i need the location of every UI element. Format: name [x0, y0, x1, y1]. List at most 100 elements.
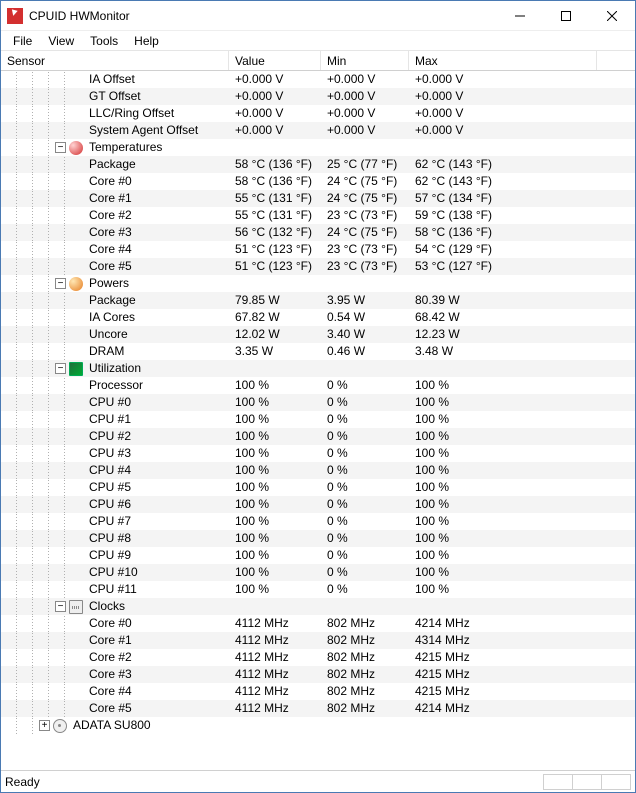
tree-item[interactable]: IA Offset+0.000 V+0.000 V+0.000 V [1, 71, 635, 88]
menu-file[interactable]: File [5, 33, 40, 49]
tree-item[interactable]: CPU #3100 %0 %100 % [1, 445, 635, 462]
tree-toggle[interactable]: − [55, 363, 66, 374]
cell-min: 23 °C (73 °F) [321, 258, 409, 275]
clock-icon [69, 600, 83, 614]
tree-item[interactable]: Core #155 °C (131 °F)24 °C (75 °F)57 °C … [1, 190, 635, 207]
cell-min: 23 °C (73 °F) [321, 207, 409, 224]
menu-tools[interactable]: Tools [82, 33, 126, 49]
tree-item[interactable]: Core #551 °C (123 °F)23 °C (73 °F)53 °C … [1, 258, 635, 275]
cell-max: 100 % [409, 445, 597, 462]
tree-item[interactable]: LLC/Ring Offset+0.000 V+0.000 V+0.000 V [1, 105, 635, 122]
tree-item[interactable]: Core #44112 MHz802 MHz4215 MHz [1, 683, 635, 700]
row-label: Clocks [85, 598, 125, 615]
tree-item[interactable]: Core #34112 MHz802 MHz4215 MHz [1, 666, 635, 683]
cell-min: 0 % [321, 496, 409, 513]
tree-item[interactable]: Core #24112 MHz802 MHz4215 MHz [1, 649, 635, 666]
col-min[interactable]: Min [321, 51, 409, 70]
tree-item[interactable]: IA Cores67.82 W0.54 W68.42 W [1, 309, 635, 326]
tree-item[interactable]: Core #54112 MHz802 MHz4214 MHz [1, 700, 635, 717]
tree-toggle[interactable]: + [39, 720, 50, 731]
cell-max: +0.000 V [409, 122, 597, 139]
column-header[interactable]: Sensor Value Min Max [1, 51, 635, 71]
cell-max: 100 % [409, 564, 597, 581]
cell-max: 58 °C (136 °F) [409, 224, 597, 241]
tree-item[interactable]: Core #356 °C (132 °F)24 °C (75 °F)58 °C … [1, 224, 635, 241]
tree-item[interactable]: Core #255 °C (131 °F)23 °C (73 °F)59 °C … [1, 207, 635, 224]
row-label: Package [85, 156, 136, 173]
tree-category[interactable]: −Temperatures [1, 139, 635, 156]
tree-item[interactable]: CPU #5100 %0 %100 % [1, 479, 635, 496]
cell-value: 4112 MHz [229, 649, 321, 666]
cell-min: 24 °C (75 °F) [321, 224, 409, 241]
tree-item[interactable]: CPU #2100 %0 %100 % [1, 428, 635, 445]
tree-item[interactable]: Package79.85 W3.95 W80.39 W [1, 292, 635, 309]
tree-item[interactable]: Uncore12.02 W3.40 W12.23 W [1, 326, 635, 343]
tree-category[interactable]: −Powers [1, 275, 635, 292]
cell-max: 4215 MHz [409, 666, 597, 683]
util-icon [69, 362, 83, 376]
sensor-treeview[interactable]: IA Offset+0.000 V+0.000 V+0.000 VGT Offs… [1, 71, 635, 770]
cell-value: 4112 MHz [229, 615, 321, 632]
tree-category[interactable]: +ADATA SU800 [1, 717, 635, 734]
tree-item[interactable]: Core #058 °C (136 °F)24 °C (75 °F)62 °C … [1, 173, 635, 190]
cell-max: 53 °C (127 °F) [409, 258, 597, 275]
cell-value: 51 °C (123 °F) [229, 258, 321, 275]
maximize-button[interactable] [543, 1, 589, 31]
col-max[interactable]: Max [409, 51, 597, 70]
tree-item[interactable]: CPU #10100 %0 %100 % [1, 564, 635, 581]
cell-max: 4214 MHz [409, 700, 597, 717]
cell-max: 100 % [409, 394, 597, 411]
cell-max: 80.39 W [409, 292, 597, 309]
row-label: Package [85, 292, 136, 309]
tree-item[interactable]: Core #451 °C (123 °F)23 °C (73 °F)54 °C … [1, 241, 635, 258]
tree-item[interactable]: CPU #8100 %0 %100 % [1, 530, 635, 547]
cell-value: 4112 MHz [229, 666, 321, 683]
tree-item[interactable]: CPU #0100 %0 %100 % [1, 394, 635, 411]
tree-item[interactable]: Package58 °C (136 °F)25 °C (77 °F)62 °C … [1, 156, 635, 173]
tree-category[interactable]: − Clocks [1, 598, 635, 615]
app-icon [7, 8, 23, 24]
cell-max: +0.000 V [409, 105, 597, 122]
close-button[interactable] [589, 1, 635, 31]
cell-max: 100 % [409, 513, 597, 530]
col-sensor[interactable]: Sensor [1, 51, 229, 70]
row-label: GT Offset [85, 88, 141, 105]
col-value[interactable]: Value [229, 51, 321, 70]
cell-value: 100 % [229, 547, 321, 564]
tree-toggle[interactable]: − [55, 142, 66, 153]
tree-item[interactable]: Core #14112 MHz802 MHz4314 MHz [1, 632, 635, 649]
row-label: IA Offset [85, 71, 135, 88]
cell-max: 57 °C (134 °F) [409, 190, 597, 207]
tree-item[interactable]: System Agent Offset+0.000 V+0.000 V+0.00… [1, 122, 635, 139]
tree-item[interactable]: Processor100 %0 %100 % [1, 377, 635, 394]
tree-item[interactable]: CPU #4100 %0 %100 % [1, 462, 635, 479]
cell-min: 3.95 W [321, 292, 409, 309]
tree-toggle[interactable]: − [55, 278, 66, 289]
menu-help[interactable]: Help [126, 33, 167, 49]
menu-view[interactable]: View [40, 33, 82, 49]
tree-item[interactable]: CPU #11100 %0 %100 % [1, 581, 635, 598]
cell-min: 0 % [321, 530, 409, 547]
menubar: File View Tools Help [1, 31, 635, 51]
tree-item[interactable]: CPU #1100 %0 %100 % [1, 411, 635, 428]
tree-item[interactable]: CPU #6100 %0 %100 % [1, 496, 635, 513]
cell-value: 58 °C (136 °F) [229, 156, 321, 173]
cell-value: 12.02 W [229, 326, 321, 343]
cell-value: 55 °C (131 °F) [229, 190, 321, 207]
tree-item[interactable]: GT Offset+0.000 V+0.000 V+0.000 V [1, 88, 635, 105]
row-label: IA Cores [85, 309, 135, 326]
row-label: Core #3 [85, 224, 132, 241]
tree-toggle[interactable]: − [55, 601, 66, 612]
cell-value: 100 % [229, 496, 321, 513]
row-label: CPU #6 [85, 496, 131, 513]
row-label: CPU #4 [85, 462, 131, 479]
tree-item[interactable]: Core #04112 MHz802 MHz4214 MHz [1, 615, 635, 632]
tree-item[interactable]: CPU #7100 %0 %100 % [1, 513, 635, 530]
tree-category[interactable]: −Utilization [1, 360, 635, 377]
cell-max: +0.000 V [409, 71, 597, 88]
tree-item[interactable]: DRAM3.35 W0.46 W3.48 W [1, 343, 635, 360]
cell-max: 100 % [409, 377, 597, 394]
titlebar[interactable]: CPUID HWMonitor [1, 1, 635, 31]
minimize-button[interactable] [497, 1, 543, 31]
tree-item[interactable]: CPU #9100 %0 %100 % [1, 547, 635, 564]
